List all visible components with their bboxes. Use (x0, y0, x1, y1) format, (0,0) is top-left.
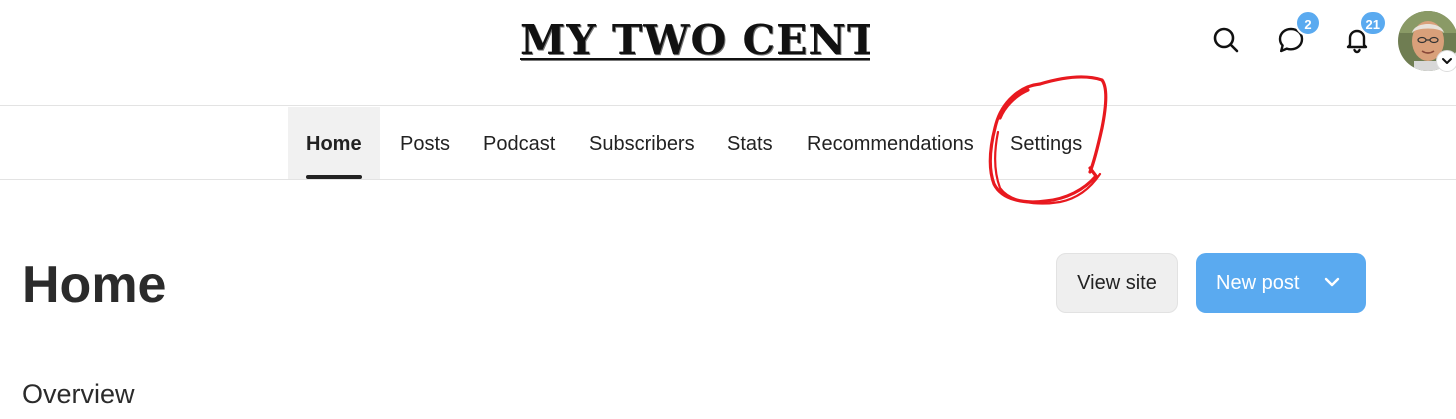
tab-subscribers[interactable]: Subscribers (589, 107, 695, 179)
view-site-label: View site (1077, 271, 1157, 294)
new-post-label: New post (1216, 271, 1300, 294)
dashboard-page: MY TWO CENTS 2 21 (0, 0, 1456, 419)
page-title: Home (22, 256, 167, 314)
notifications-button[interactable]: 21 (1337, 10, 1387, 60)
tab-home[interactable]: Home (288, 107, 380, 179)
new-post-button[interactable]: New post (1196, 253, 1366, 313)
search-button[interactable] (1206, 20, 1246, 60)
search-icon (1213, 27, 1239, 53)
top-header: MY TWO CENTS 2 21 (0, 0, 1456, 106)
tab-posts[interactable]: Posts (400, 107, 450, 179)
publication-logo[interactable]: MY TWO CENTS (520, 14, 870, 66)
tab-stats[interactable]: Stats (727, 107, 773, 179)
messages-button[interactable]: 2 (1271, 10, 1321, 60)
view-site-button[interactable]: View site (1056, 253, 1178, 313)
tab-settings[interactable]: Settings (1010, 107, 1082, 179)
account-menu-toggle[interactable] (1436, 50, 1456, 72)
overview-heading: Overview (22, 379, 135, 409)
tab-recommendations[interactable]: Recommendations (807, 107, 974, 179)
dashboard-tabs: Home Posts Podcast Subscribers Stats Rec… (0, 107, 1456, 180)
tab-podcast[interactable]: Podcast (483, 107, 555, 179)
chevron-down-icon (1324, 277, 1340, 287)
notifications-badge: 21 (1358, 10, 1387, 36)
messages-badge: 2 (1295, 10, 1321, 36)
chevron-down-icon (1442, 58, 1452, 64)
